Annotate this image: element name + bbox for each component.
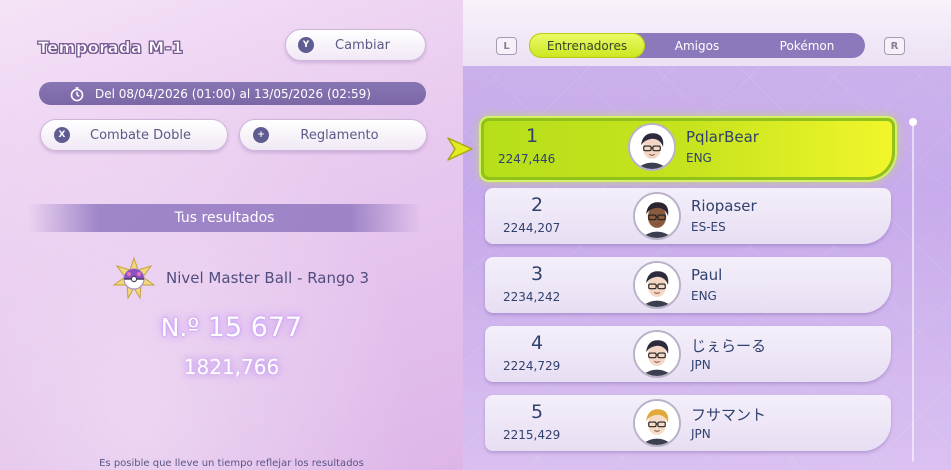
player-name: Riopaser <box>691 197 757 215</box>
leaderboard-row-3[interactable]: 3 2234,242 Paul ENG <box>485 257 891 313</box>
scrollbar-track[interactable] <box>912 122 914 462</box>
your-results-heading: Tus resultados <box>28 204 421 232</box>
selection-cursor-icon <box>445 134 475 164</box>
rating-points: 2215,429 <box>503 428 561 442</box>
trainer-avatar-icon <box>633 330 681 378</box>
battle-format-label: Combate Doble <box>90 127 191 143</box>
player-region: JPN <box>691 427 711 441</box>
leaderboard-row-4[interactable]: 4 2224,729 じぇらーる JPN <box>485 326 891 382</box>
stopwatch-icon <box>69 86 85 102</box>
results-delay-note: Es posible que lleve un tiempo reflejar … <box>99 458 364 469</box>
rank-number: 1 <box>525 125 539 147</box>
player-region: ES-ES <box>691 220 726 234</box>
tab-pokemon[interactable]: Pokémon <box>749 33 865 58</box>
x-button-icon: X <box>54 127 70 143</box>
player-name: Paul <box>691 266 723 284</box>
season-info-panel: Temporada M-1 Y Cambiar Del 08/04/2026 (… <box>0 0 463 470</box>
rating-points: 2234,242 <box>503 290 561 304</box>
player-name: PqlarBear <box>686 128 759 146</box>
rank-number: 3 <box>530 263 544 285</box>
player-name: じぇらーる <box>691 337 767 355</box>
player-region: JPN <box>691 358 711 372</box>
rank-number: 4 <box>530 332 544 354</box>
leaderboard-row-5[interactable]: 5 2215,429 フサマント JPN <box>485 395 891 451</box>
player-region: ENG <box>691 289 717 303</box>
l-button-icon[interactable]: L <box>496 37 517 55</box>
rating-points: 2224,729 <box>503 359 561 373</box>
plus-button-icon: + <box>253 127 269 143</box>
season-title: Temporada M-1 <box>38 38 184 58</box>
tab-friends[interactable]: Amigos <box>645 33 749 58</box>
my-position: N.º 15 677 <box>0 312 463 343</box>
y-button-icon: Y <box>298 37 314 53</box>
rating-points: 2244,207 <box>503 221 561 235</box>
rank-number: 5 <box>530 401 544 423</box>
trainer-avatar-icon <box>633 399 681 447</box>
rules-label: Reglamento <box>300 127 379 143</box>
leaderboard-tabs: Entrenadores Amigos Pokémon <box>529 33 865 58</box>
rank-tier-label: Nivel Master Ball - Rango 3 <box>166 269 369 287</box>
battle-format-button[interactable]: X Combate Doble <box>40 119 228 151</box>
position-prefix: N.º <box>160 313 200 342</box>
change-season-button[interactable]: Y Cambiar <box>285 29 426 61</box>
leaderboard-row-1[interactable]: 1 2247,446 PqlarBear ENG <box>481 118 895 180</box>
master-ball-rank-icon <box>112 256 156 300</box>
player-name: フサマント <box>691 406 767 424</box>
rank-tier-row: Nivel Master Ball - Rango 3 <box>112 256 369 300</box>
trainer-avatar-icon <box>628 123 676 171</box>
position-number: 15 677 <box>207 312 303 343</box>
rank-number: 2 <box>530 194 544 216</box>
tab-trainers[interactable]: Entrenadores <box>529 33 645 58</box>
my-score: 1821,766 <box>183 355 280 379</box>
season-period-text: Del 08/04/2026 (01:00) al 13/05/2026 (02… <box>95 86 371 101</box>
r-button-icon[interactable]: R <box>884 37 905 55</box>
change-season-label: Cambiar <box>335 37 390 53</box>
trainer-avatar-icon <box>633 261 681 309</box>
trainer-avatar-icon <box>633 192 681 240</box>
rules-button[interactable]: + Reglamento <box>239 119 427 151</box>
tab-header: L Entrenadores Amigos Pokémon R <box>463 0 951 66</box>
leaderboard-row-2[interactable]: 2 2244,207 Riopaser ES-ES <box>485 188 891 244</box>
season-period-bar: Del 08/04/2026 (01:00) al 13/05/2026 (02… <box>39 82 426 105</box>
leaderboard-panel: L Entrenadores Amigos Pokémon R 1 2247,4… <box>463 0 951 470</box>
scrollbar-thumb[interactable] <box>909 118 917 126</box>
player-region: ENG <box>686 151 712 165</box>
rating-points: 2247,446 <box>498 152 556 166</box>
